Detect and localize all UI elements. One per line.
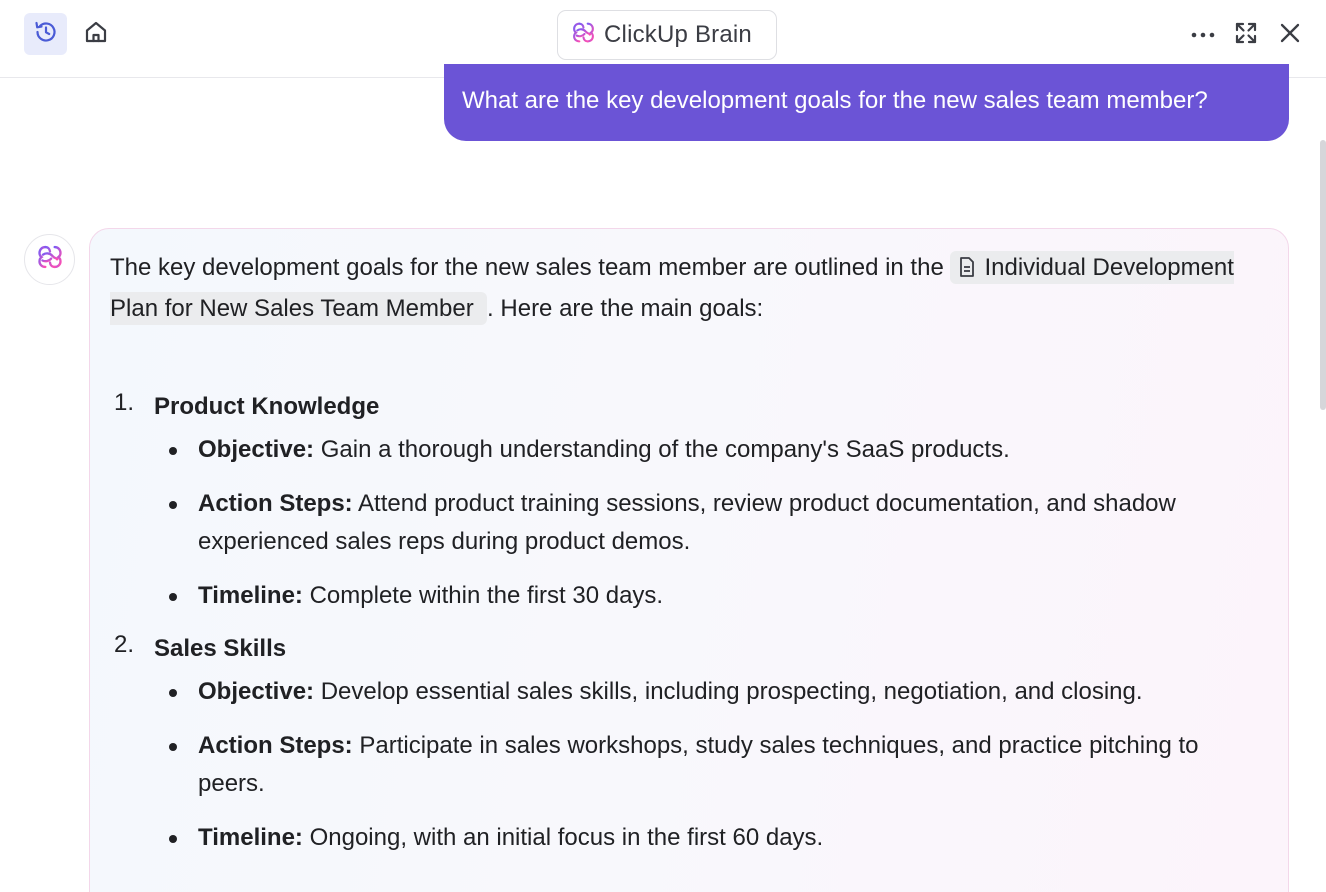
goal-detail-item: Timeline: Ongoing, with an initial focus…	[169, 819, 1260, 857]
goal-title: Sales Skills	[154, 635, 287, 662]
ai-avatar	[24, 234, 75, 285]
ai-response-card: The key development goals for the new sa…	[89, 228, 1289, 892]
detail-label: Timeline:	[198, 582, 303, 609]
more-horizontal-icon	[1190, 26, 1216, 44]
intro-tail-text: . Here are the main goals:	[487, 295, 764, 322]
goals-list: 1. Product Knowledge Objective: Gain a t…	[110, 389, 1260, 873]
intro-text: The key development goals for the new sa…	[110, 254, 944, 281]
goal-detail-item: Action Steps: Attend product training se…	[169, 485, 1260, 561]
goal-title: Product Knowledge	[154, 393, 380, 420]
detail-label: Action Steps:	[198, 490, 353, 517]
more-options-button[interactable]	[1186, 18, 1220, 52]
close-icon	[1279, 22, 1301, 49]
goal-details-list: Objective: Develop essential sales skill…	[169, 673, 1260, 857]
goal-number: 1.	[114, 389, 135, 416]
history-icon	[33, 19, 59, 50]
detail-label: Objective:	[198, 678, 315, 705]
detail-text: Ongoing, with an initial focus in the fi…	[309, 824, 824, 851]
scrollbar-thumb[interactable]	[1320, 140, 1326, 410]
goal-details-list: Objective: Gain a thorough understanding…	[169, 431, 1260, 615]
goal-detail-item: Objective: Gain a thorough understanding…	[169, 431, 1260, 469]
brain-title-button[interactable]: ClickUp Brain	[557, 10, 777, 60]
goal-item: 1. Product Knowledge Objective: Gain a t…	[110, 389, 1260, 615]
goal-item: 2. Sales Skills Objective: Develop essen…	[110, 631, 1260, 857]
detail-label: Timeline:	[198, 824, 303, 851]
user-message-bubble: What are the key development goals for t…	[444, 64, 1289, 141]
home-icon	[83, 19, 109, 50]
history-button[interactable]	[24, 13, 67, 55]
detail-label: Action Steps:	[198, 732, 353, 759]
home-button[interactable]	[78, 16, 114, 52]
detail-label: Objective:	[198, 436, 315, 463]
detail-text: Gain a thorough understanding of the com…	[320, 436, 1010, 463]
user-message-text: What are the key development goals for t…	[462, 87, 1208, 114]
brain-title: ClickUp Brain	[604, 21, 752, 48]
expand-icon	[1234, 21, 1258, 50]
goal-detail-item: Timeline: Complete within the first 30 d…	[169, 577, 1260, 615]
detail-text: Develop essential sales skills, includin…	[320, 678, 1143, 705]
expand-button[interactable]	[1231, 19, 1261, 51]
goal-detail-item: Objective: Develop essential sales skill…	[169, 673, 1260, 711]
brain-logo-icon	[36, 243, 64, 276]
document-icon	[958, 252, 976, 290]
goal-detail-item: Action Steps: Participate in sales works…	[169, 727, 1260, 803]
brain-logo-icon	[571, 20, 596, 50]
detail-text: Complete within the first 30 days.	[309, 582, 664, 609]
close-button[interactable]	[1273, 18, 1307, 52]
ai-response-intro: The key development goals for the new sa…	[110, 249, 1260, 328]
goal-number: 2.	[114, 631, 135, 658]
